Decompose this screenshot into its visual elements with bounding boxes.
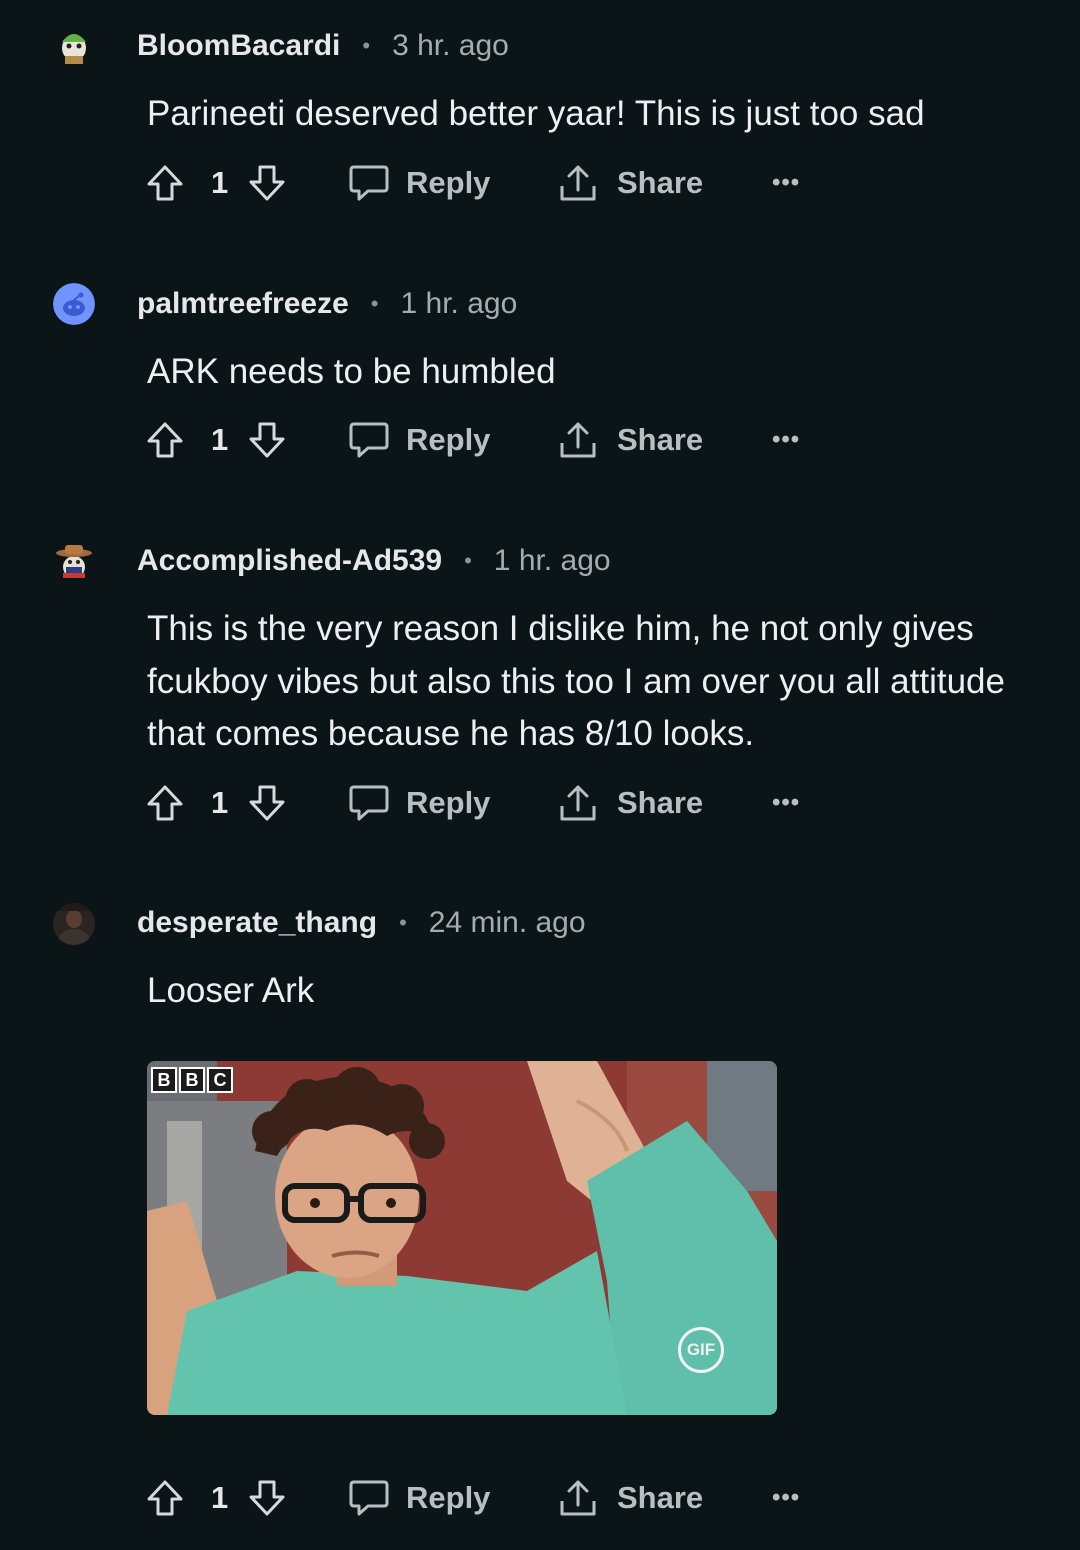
vote-score: 1 <box>211 422 229 457</box>
downvote-button[interactable] <box>247 158 287 208</box>
username[interactable]: BloomBacardi <box>137 29 340 63</box>
reply-button[interactable]: Reply <box>348 778 490 828</box>
separator-dot: • <box>464 548 472 573</box>
share-icon <box>560 422 596 458</box>
comment-bubble-icon <box>349 165 389 201</box>
share-label: Share <box>617 422 704 457</box>
comment-bubble-icon <box>349 1480 389 1516</box>
comment-bubble-icon <box>349 422 389 458</box>
share-button[interactable]: Share <box>557 778 703 828</box>
share-button[interactable]: Share <box>557 158 703 208</box>
comment-text: Parineeti deserved better yaar! This is … <box>147 94 925 133</box>
reply-button[interactable]: Reply <box>348 158 490 208</box>
timestamp: 24 min. ago <box>428 906 586 939</box>
username[interactable]: Accomplished-Ad539 <box>137 544 442 578</box>
gif-image[interactable]: B B C GIF <box>147 1061 777 1415</box>
separator-dot: • <box>399 910 407 935</box>
reply-button[interactable]: Reply <box>348 415 490 465</box>
avatar[interactable] <box>53 283 95 325</box>
more-options-button[interactable]: ••• <box>772 778 800 828</box>
comment-meta: desperate_thang • 24 min. ago <box>137 903 586 943</box>
vote-score: 1 <box>211 1480 229 1515</box>
downvote-button[interactable] <box>247 415 287 465</box>
share-button[interactable]: Share <box>557 1473 703 1523</box>
comment-actions: 1 Reply Share ••• <box>140 778 840 828</box>
timestamp: 1 hr. ago <box>400 287 518 320</box>
comment-bubble-icon <box>349 785 389 821</box>
timestamp: 3 hr. ago <box>392 29 509 62</box>
comment-meta: BloomBacardi • 3 hr. ago <box>137 26 509 66</box>
downvote-arrow-icon <box>249 165 285 201</box>
bbc-watermark: B B C <box>151 1067 233 1093</box>
share-icon <box>560 165 596 201</box>
reply-label: Reply <box>406 422 491 457</box>
comment-text: Looser Ark <box>147 971 315 1010</box>
upvote-button[interactable] <box>145 158 185 208</box>
downvote-arrow-icon <box>249 785 285 821</box>
bbc-letter: B <box>151 1067 177 1093</box>
avatar[interactable] <box>53 540 95 582</box>
downvote-button[interactable] <box>247 778 287 828</box>
bbc-letter: C <box>207 1067 233 1093</box>
more-options-button[interactable]: ••• <box>772 158 800 208</box>
reply-label: Reply <box>406 1480 491 1515</box>
separator-dot: • <box>370 291 379 316</box>
share-label: Share <box>617 165 704 200</box>
reply-button[interactable]: Reply <box>348 1473 490 1523</box>
avatar[interactable] <box>53 903 95 945</box>
comment-actions: 1 Reply Share ••• <box>140 1473 840 1523</box>
vote-score: 1 <box>211 785 229 820</box>
comment-actions: 1 Reply Share ••• <box>140 158 840 208</box>
reply-label: Reply <box>406 785 491 820</box>
username[interactable]: desperate_thang <box>137 906 377 940</box>
downvote-arrow-icon <box>249 422 285 458</box>
separator-dot: • <box>362 33 371 58</box>
share-label: Share <box>617 785 704 820</box>
upvote-arrow-icon <box>147 785 183 821</box>
upvote-button[interactable] <box>145 778 185 828</box>
reply-label: Reply <box>406 165 491 200</box>
upvote-arrow-icon <box>147 165 183 201</box>
more-options-button[interactable]: ••• <box>772 415 800 465</box>
gif-badge: GIF <box>678 1327 724 1373</box>
upvote-button[interactable] <box>145 1473 185 1523</box>
downvote-arrow-icon <box>249 1480 285 1516</box>
upvote-arrow-icon <box>147 422 183 458</box>
downvote-button[interactable] <box>247 1473 287 1523</box>
vote-score: 1 <box>211 165 229 200</box>
comment-text: This is the very reason I dislike him, h… <box>147 609 1005 753</box>
share-icon <box>560 1480 596 1516</box>
username[interactable]: palmtreefreeze <box>137 287 349 321</box>
comment-meta: palmtreefreeze • 1 hr. ago <box>137 284 517 324</box>
avatar[interactable] <box>53 24 95 66</box>
comment-meta: Accomplished-Ad539 • 1 hr. ago <box>137 541 611 581</box>
bbc-letter: B <box>179 1067 205 1093</box>
more-options-button[interactable]: ••• <box>772 1473 800 1523</box>
share-icon <box>560 785 596 821</box>
comment-actions: 1 Reply Share ••• <box>140 415 840 465</box>
timestamp: 1 hr. ago <box>493 544 611 577</box>
share-label: Share <box>617 1480 704 1515</box>
upvote-button[interactable] <box>145 415 185 465</box>
comment-text: ARK needs to be humbled <box>147 352 556 391</box>
upvote-arrow-icon <box>147 1480 183 1516</box>
share-button[interactable]: Share <box>557 415 703 465</box>
